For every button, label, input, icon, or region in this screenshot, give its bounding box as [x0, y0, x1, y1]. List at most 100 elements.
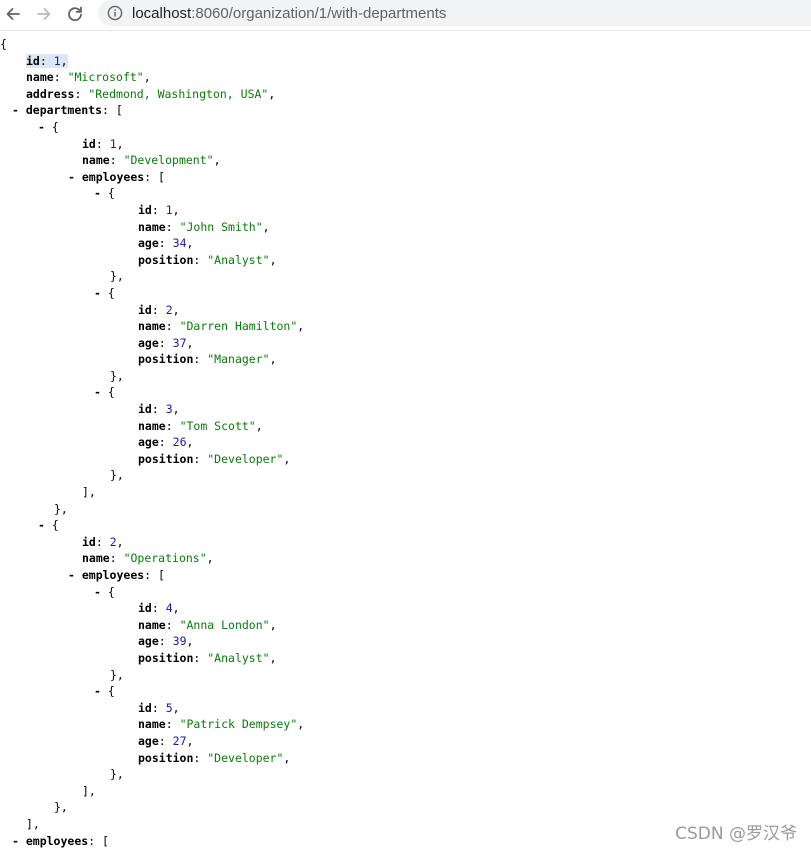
selected-text: id: 1, [26, 53, 68, 68]
json-line: name: "John Smith", [0, 219, 811, 236]
json-line: - { [0, 517, 811, 534]
collapse-toggle[interactable]: - [94, 286, 108, 300]
json-line: age: 26, [0, 434, 811, 451]
json-punctuation: { [107, 584, 115, 599]
json-punctuation: : [158, 236, 173, 251]
json-line: name: "Operations", [0, 550, 811, 567]
json-line-content: }, [110, 369, 124, 383]
json-line-content: }, [110, 269, 124, 283]
json-line-content: position: "Developer", [138, 751, 290, 765]
json-key: name [82, 551, 110, 566]
json-line-content: position: "Developer", [138, 452, 290, 466]
json-punctuation: : [151, 700, 166, 715]
json-punctuation: , [297, 319, 305, 334]
info-icon[interactable] [107, 5, 123, 21]
json-key: address [26, 86, 75, 101]
json-key: age [138, 236, 159, 251]
json-line: ], [0, 783, 811, 800]
json-number-value: 4 [165, 601, 173, 616]
json-punctuation: , [172, 202, 180, 217]
json-string-value: "Patrick Dempsey" [179, 717, 298, 732]
json-punctuation: ], [82, 485, 96, 500]
json-number-value: 39 [172, 634, 187, 649]
json-punctuation: , [60, 53, 68, 68]
json-line-content: id: 5, [138, 701, 180, 715]
json-line: id: 1, [0, 202, 811, 219]
json-line-content: age: 39, [138, 634, 193, 648]
json-punctuation: , [268, 86, 276, 101]
json-number-value: 26 [172, 435, 187, 450]
json-line: name: "Darren Hamilton", [0, 318, 811, 335]
browser-toolbar: localhost:8060/organization/1/with-depar… [0, 0, 811, 31]
json-key: name [26, 70, 54, 85]
json-key: id [138, 402, 152, 417]
json-number-value: 3 [165, 402, 173, 417]
collapse-toggle[interactable]: - [94, 585, 108, 599]
collapse-toggle[interactable]: - [12, 834, 26, 848]
json-line-content: id: 2, [138, 303, 180, 317]
json-punctuation: : [151, 302, 166, 317]
json-line-content: }, [54, 502, 68, 516]
json-punctuation: { [107, 684, 115, 699]
json-line-content: }, [110, 468, 124, 482]
json-punctuation: : [158, 733, 173, 748]
forward-button[interactable] [33, 3, 55, 25]
json-string-value: "Developer" [207, 451, 284, 466]
json-punctuation: , [172, 601, 180, 616]
reload-button[interactable] [64, 3, 86, 25]
collapse-toggle[interactable]: - [68, 568, 82, 582]
json-line-content: age: 26, [138, 435, 193, 449]
collapse-toggle[interactable]: - [38, 518, 52, 532]
json-punctuation: , [186, 435, 194, 450]
collapse-toggle[interactable]: - [12, 103, 26, 117]
arrow-left-icon [6, 8, 20, 20]
json-line: age: 27, [0, 733, 811, 750]
json-punctuation: { [107, 186, 115, 201]
collapse-toggle[interactable]: - [94, 186, 108, 200]
json-punctuation: , [297, 717, 305, 732]
json-punctuation: { [0, 37, 7, 51]
json-string-value: "Manager" [207, 352, 270, 367]
json-line-content: - { [94, 684, 115, 698]
json-line: { [0, 36, 811, 53]
collapse-toggle[interactable]: - [68, 170, 82, 184]
json-punctuation: : [193, 352, 208, 367]
json-string-value: "Analyst" [207, 650, 270, 665]
json-punctuation: , [206, 551, 214, 566]
json-line-content: - { [94, 186, 115, 200]
back-button[interactable] [2, 3, 24, 25]
json-line: id: 2, [0, 302, 811, 319]
json-punctuation: : [ [88, 833, 109, 848]
json-punctuation: : [95, 534, 110, 549]
json-line-content: - { [94, 385, 115, 399]
json-key: id [138, 202, 152, 217]
json-punctuation: , [116, 534, 124, 549]
json-punctuation: }, [110, 269, 124, 284]
address-bar[interactable]: localhost:8060/organization/1/with-depar… [98, 0, 811, 26]
json-line: ], [0, 484, 811, 501]
json-line-content: ], [26, 817, 40, 831]
json-line-content: name: "Microsoft", [26, 70, 151, 84]
collapse-toggle[interactable]: - [38, 120, 52, 134]
collapse-toggle[interactable]: - [94, 684, 108, 698]
json-line-content: - employees: [ [68, 568, 165, 582]
json-punctuation: : [ [102, 103, 123, 118]
url-text[interactable]: localhost:8060/organization/1/with-depar… [132, 5, 446, 22]
json-punctuation: ], [26, 816, 40, 831]
json-key: name [138, 319, 166, 334]
json-punctuation: , [283, 451, 291, 466]
collapse-toggle[interactable]: - [94, 385, 108, 399]
reload-icon [68, 6, 82, 22]
json-punctuation: : [193, 451, 208, 466]
json-line: }, [0, 467, 811, 484]
json-key: employees [81, 568, 145, 582]
json-key: employees [81, 169, 145, 184]
json-number-value: 2 [165, 302, 173, 317]
json-punctuation: : [39, 53, 54, 68]
url-path: :8060/organization/1/with-departments [191, 4, 447, 22]
json-viewer: {id: 1, name: "Microsoft", address: "Redmo… [0, 36, 811, 849]
json-punctuation: , [269, 252, 277, 267]
json-number-value: 5 [165, 700, 173, 715]
json-line: - { [0, 584, 811, 601]
json-punctuation: ], [82, 783, 96, 798]
